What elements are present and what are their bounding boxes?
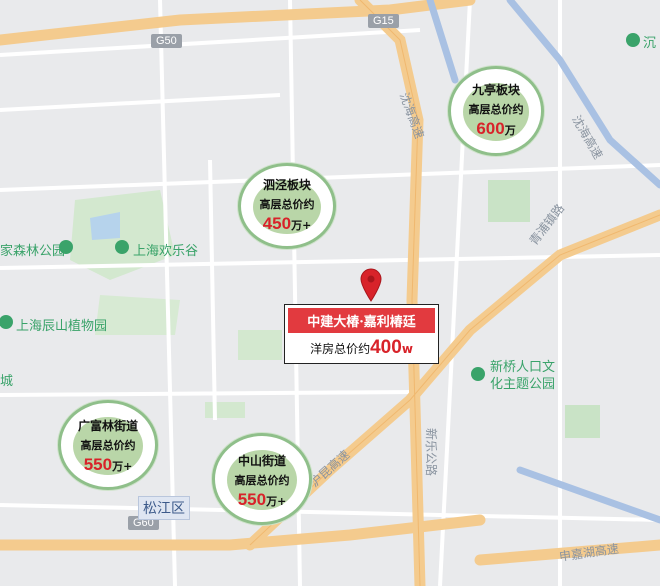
project-price-row: 洋房总价约400w [285,336,438,363]
poi-top-right[interactable]: 沉 [643,32,656,51]
bubble-jiuting[interactable]: 九亭板块 高层总价约 600万 [448,66,544,156]
bubble-zhongshan-sub: 高层总价约 [234,474,290,487]
bubble-sijing[interactable]: 泗泾板块 高层总价约 450万+ [238,163,336,249]
g50-shield: G50 [151,34,182,48]
location-pin-icon[interactable] [360,268,382,302]
bubble-sijing-name: 泗泾板块 [262,178,311,192]
map-roads-layer [0,0,660,586]
bubble-jiuting-name: 九亭板块 [471,83,520,97]
bubble-jiuting-price: 600万 [476,119,516,138]
bubble-guangfulin-price: 550万+ [83,455,133,474]
road-xinqiao-label: 新乐公路 [424,428,438,477]
poi-town[interactable]: 城 [0,370,13,389]
project-price-unit: w [401,342,413,356]
project-card[interactable]: 中建大椿·嘉利椿廷 洋房总价约400w [284,304,439,364]
project-price-value: 400 [370,337,402,358]
poi-forest-park[interactable]: 家森林公园 [0,240,65,259]
bubble-guangfulin[interactable]: 广富林街道 高层总价约 550万+ [58,400,158,490]
map-canvas[interactable]: G15 G50 G60 沈海高速 沈海高速 青浦镇路 新乐公路 沪昆高速 申嘉湖… [0,0,660,586]
district-songjiang[interactable]: 松江区 [138,496,190,520]
bubble-zhongshan-name: 中山街道 [237,454,286,468]
poi-happy-valley[interactable]: 上海欢乐谷 [133,240,198,259]
project-price-label: 洋房总价约 [310,342,371,356]
bubble-zhongshan[interactable]: 中山街道 高层总价约 550万+ [212,433,312,525]
bubble-sijing-price: 450万+ [262,214,312,233]
bubble-guangfulin-sub: 高层总价约 [80,439,136,452]
poi-culture-park-line2[interactable]: 化主题公园 [490,373,555,392]
bubble-guangfulin-name: 广富林街道 [77,419,138,433]
bubble-sijing-sub: 高层总价约 [259,198,315,211]
bubble-zhongshan-price: 550万+ [237,490,287,509]
bubble-jiuting-sub: 高层总价约 [468,103,524,116]
poi-chenshan-botanical[interactable]: 上海辰山植物园 [16,315,107,334]
g15-shield: G15 [368,14,399,28]
project-name: 中建大椿·嘉利椿廷 [288,308,435,333]
